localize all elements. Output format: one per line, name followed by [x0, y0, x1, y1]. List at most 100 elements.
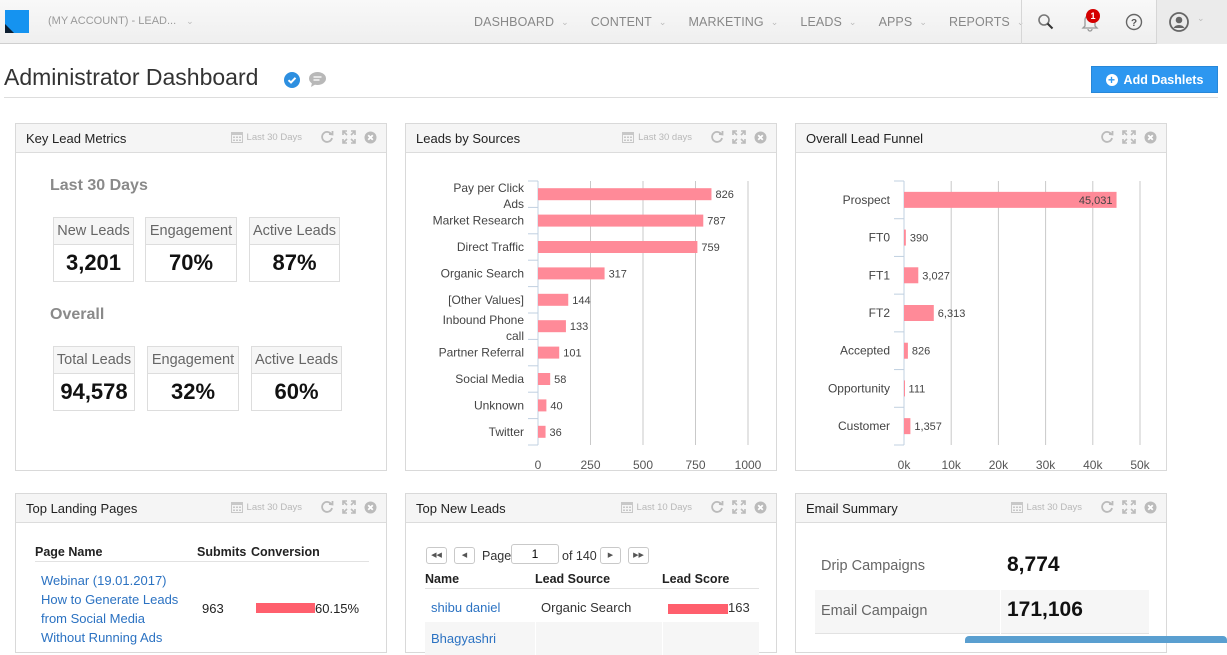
calendar-icon[interactable] [1010, 501, 1023, 513]
data-label: 759 [701, 242, 719, 254]
close-icon[interactable] [1144, 131, 1157, 144]
bar[interactable] [538, 293, 569, 306]
last-page-button[interactable]: ▶▶ [628, 547, 649, 564]
calendar-icon[interactable] [230, 501, 243, 513]
next-page-button[interactable]: ▶ [600, 547, 621, 564]
expand-icon[interactable] [1122, 500, 1136, 514]
y-tick-label: Organic Search [441, 266, 524, 280]
dashlet-header[interactable]: Key Lead Metrics Last 30 Days [16, 124, 386, 153]
lead-name-link[interactable]: Bhagyashri [431, 631, 496, 646]
column-header-conversion[interactable]: Conversion [251, 545, 320, 559]
date-range-label[interactable]: Last 30 Days [247, 502, 302, 513]
dashlet-leads-by-sources: Leads by Sources Last 30 days 0 250 500 750… [405, 123, 777, 471]
close-icon[interactable] [1144, 501, 1157, 514]
expand-icon[interactable] [342, 130, 356, 144]
nav-content[interactable]: CONTENT ⌄ [591, 15, 667, 29]
refresh-icon[interactable] [320, 500, 334, 514]
search-button[interactable] [1034, 0, 1058, 44]
dashlet-header[interactable]: Email Summary Last 30 Days [796, 494, 1166, 523]
nav-leads[interactable]: LEADS ⌄ [800, 15, 856, 29]
help-button[interactable]: ? [1122, 0, 1146, 44]
date-range-label[interactable]: Last 30 Days [247, 132, 302, 143]
lead-score: 163 [728, 600, 750, 615]
refresh-icon[interactable] [710, 500, 724, 514]
refresh-icon[interactable] [320, 130, 334, 144]
nav-marketing[interactable]: MARKETING ⌄ [689, 15, 779, 29]
refresh-icon[interactable] [1100, 500, 1114, 514]
column-header-submits[interactable]: Submits [197, 545, 246, 559]
expand-icon[interactable] [732, 500, 746, 514]
lead-name-link[interactable]: shibu daniel [431, 600, 500, 615]
bar[interactable] [538, 214, 704, 227]
metric-active-leads: Active Leads 60% [251, 346, 342, 411]
bar[interactable] [904, 229, 906, 246]
metric-label: New Leads [54, 218, 133, 245]
add-dashlets-button[interactable]: + Add Dashlets [1091, 66, 1218, 93]
user-menu-button[interactable]: ⌄ [1156, 0, 1227, 44]
nav-reports[interactable]: REPORTS⌄ [949, 15, 1025, 29]
bar[interactable] [538, 425, 546, 438]
metric-label: Engagement [146, 218, 236, 245]
x-tick-label: 250 [580, 458, 600, 470]
dashlet-header[interactable]: Top Landing Pages Last 30 Days [16, 494, 386, 523]
chat-widget-tab[interactable] [965, 636, 1227, 643]
dashlet-header[interactable]: Top New Leads Last 10 Days [406, 494, 776, 523]
previous-page-button[interactable]: ◀ [454, 547, 475, 564]
bar[interactable] [904, 418, 911, 435]
page-label: Page [482, 549, 512, 563]
dashlet-header[interactable]: Overall Lead Funnel [796, 124, 1166, 153]
bar[interactable] [538, 267, 605, 280]
x-tick-label: 20k [989, 458, 1009, 470]
lead-score-bar [668, 604, 728, 614]
close-icon[interactable] [754, 501, 767, 514]
nav-dashboard[interactable]: DASHBOARD ⌄ [474, 15, 569, 29]
dashlet-tools: Last 30 days [614, 130, 767, 144]
first-page-button[interactable]: ◀◀ [426, 547, 447, 564]
expand-icon[interactable] [732, 130, 746, 144]
dashlet-key-lead-metrics: Key Lead Metrics Last 30 Days Last 30 Da… [15, 123, 387, 471]
close-icon[interactable] [364, 131, 377, 144]
calendar-icon[interactable] [622, 131, 635, 143]
calendar-icon[interactable] [230, 131, 243, 143]
date-range-label[interactable]: Last 30 days [638, 132, 692, 143]
page-number-input[interactable] [511, 544, 559, 564]
nav-label: CONTENT [590, 15, 652, 29]
app-logo[interactable] [5, 10, 29, 33]
bar[interactable] [904, 267, 919, 284]
account-switcher[interactable]: (MY ACCOUNT) - LEAD... ⌄ [48, 15, 194, 27]
metric-active-leads: Active Leads 87% [249, 217, 340, 282]
bar[interactable] [538, 188, 712, 201]
calendar-icon[interactable] [620, 501, 633, 513]
column-header-page-name[interactable]: Page Name [35, 545, 102, 559]
nav-apps[interactable]: APPS ⌄ [879, 15, 927, 29]
refresh-icon[interactable] [1100, 130, 1114, 144]
bar[interactable] [538, 320, 566, 333]
close-icon[interactable] [754, 131, 767, 144]
bar[interactable] [538, 373, 551, 385]
refresh-icon[interactable] [710, 130, 724, 144]
bar[interactable] [904, 380, 905, 397]
expand-icon[interactable] [1122, 130, 1136, 144]
column-header-name[interactable]: Name [425, 572, 459, 586]
dashlet-header[interactable]: Leads by Sources Last 30 days [406, 124, 776, 153]
column-header-lead-score[interactable]: Lead Score [662, 572, 729, 586]
close-icon[interactable] [364, 501, 377, 514]
y-tick-label: Customer [838, 419, 890, 433]
bar[interactable] [904, 342, 908, 359]
column-header-lead-source[interactable]: Lead Source [535, 572, 610, 586]
date-range-label[interactable]: Last 10 Days [637, 502, 692, 513]
conversion-value: 60.15% [315, 601, 360, 616]
data-label: 787 [707, 216, 725, 228]
bar[interactable] [538, 399, 547, 412]
nav-label: REPORTS [948, 15, 1010, 29]
metric-value: 32% [170, 379, 216, 404]
dashlet-tools: Last 10 Days [613, 500, 767, 514]
bar[interactable] [904, 305, 934, 321]
bar[interactable] [538, 241, 698, 253]
y-tick-label: Partner Referral [439, 346, 524, 360]
comment-icon[interactable] [308, 71, 327, 88]
table-row: Webinar (19.01.2017) How to Generate Lea… [41, 571, 371, 647]
expand-icon[interactable] [342, 500, 356, 514]
bar[interactable] [538, 346, 560, 359]
date-range-label[interactable]: Last 30 Days [1027, 502, 1082, 513]
